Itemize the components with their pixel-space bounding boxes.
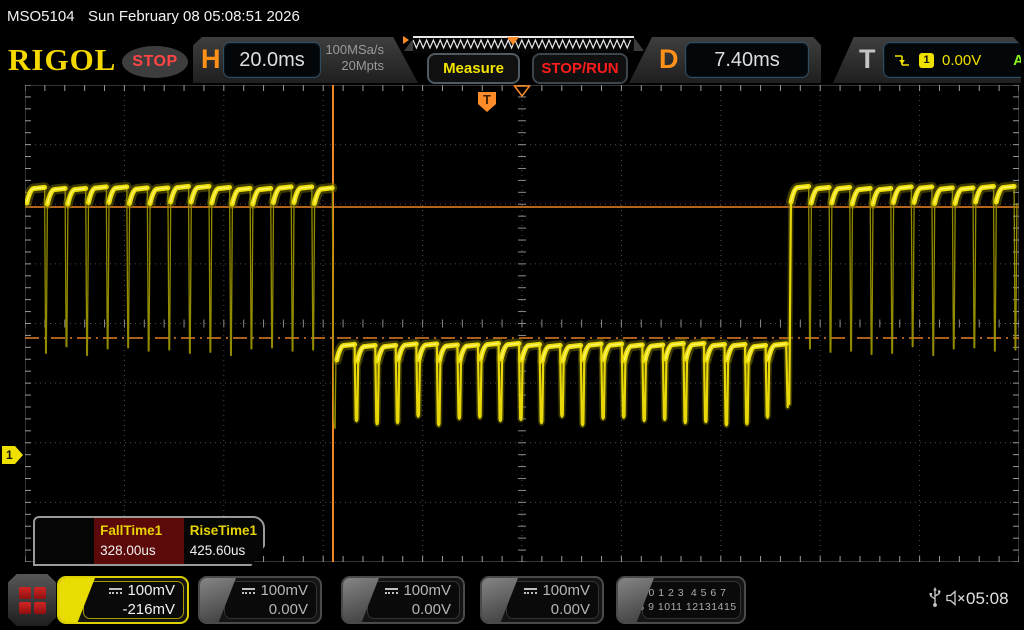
channel3-offset: 0.00V [412,600,451,619]
channel4-scale: 100mV [542,581,590,600]
delay-control[interactable]: D 7.40ms [629,37,821,83]
waveform-canvas [25,85,1019,562]
menu-grid-icon [34,587,46,599]
measurement-label: RiseTime1 [190,521,257,541]
channel2-values: 100mV 0.00V [224,581,317,619]
overview-trigger-marker-icon [507,37,519,45]
run-state-badge: STOP [122,46,188,78]
trigger-mode-indicator: A [1013,52,1024,69]
measure-button[interactable]: Measure [427,53,520,84]
channel2-offset: 0.00V [269,600,308,619]
datetime-label: Sun February 08 05:08:51 2026 [88,8,300,25]
trigger-control[interactable]: T 1 0.00V A [833,37,1021,83]
trigger-level-value: 0.00V [942,52,981,69]
overview-zigzag [413,38,634,51]
channel1-values: 100mV -216mV [83,581,184,619]
scope-display [25,85,1019,562]
menu-grid-icon [19,587,31,599]
dc-coupling-icon [242,588,255,594]
model-label: MSO5104 [7,8,75,25]
channel3-values: 100mV 0.00V [367,581,460,619]
logic-row2: 8 9 1011 12131415 [638,600,736,614]
waveform-overview-strip[interactable] [413,36,634,53]
horizontal-timebase-control[interactable]: H 20.0ms 100MSa/s 20Mpts [193,37,418,83]
channel2-badge[interactable]: 2 100mV 0.00V [198,576,322,624]
sample-rate: 100MSa/s [325,42,384,58]
channel4-badge[interactable]: 4 100mV 0.00V [480,576,604,624]
menu-grid-icon [19,602,31,614]
menu-grid-icon [34,602,46,614]
channel3-badge[interactable]: 3 100mV 0.00V [341,576,465,624]
delay-value[interactable]: 7.40ms [685,42,809,78]
horizontal-label: H [201,44,221,75]
dc-coupling-icon [385,588,398,594]
channel1-offset: -216mV [122,600,175,619]
channel3-scale: 100mV [403,581,451,600]
delay-label: D [659,44,679,75]
logic-row1: 0 1 2 3 4 5 6 7 [648,586,726,600]
trigger-settings-box[interactable]: 1 0.00V A [883,42,1024,78]
acquisition-info: 100MSa/s 20Mpts [325,42,384,74]
measurement-risetime[interactable]: RiseTime1 425.60us [184,518,263,564]
dc-coupling-icon [524,588,537,594]
channel2-scale: 100mV [260,581,308,600]
overview-left-marker-icon [403,36,409,44]
measurement-panel[interactable]: FallTime1 328.00us RiseTime1 425.60us [33,516,265,566]
channel4-offset: 0.00V [551,600,590,619]
measurement-label: FallTime1 [100,521,178,541]
channel4-values: 100mV 0.00V [506,581,599,619]
top-info-bar: MSO5104 Sun February 08 05:08:51 2026 [0,0,1024,30]
usb-icon [928,586,942,608]
channel1-scale: 100mV [127,581,175,600]
measurement-falltime[interactable]: FallTime1 328.00us [94,518,184,564]
logic-channel-list: 0 1 2 3 4 5 6 7 8 9 1011 12131415 [642,581,741,619]
measurement-value: 328.00us [100,541,178,561]
channel1-badge[interactable]: 1 100mV -216mV [57,576,189,624]
overview-right-cap [633,36,644,51]
menu-grid-button[interactable] [8,574,56,626]
clock-time: 05:08 [966,589,1009,609]
timebase-value[interactable]: 20.0ms [223,42,321,78]
logic-channels-badge[interactable]: L 0 1 2 3 4 5 6 7 8 9 1011 12131415 [616,576,746,624]
rigol-logo: RIGOL [8,42,116,78]
speaker-muted-icon [946,590,967,606]
trigger-label: T [859,44,876,75]
channel1-offset-marker[interactable]: 1 [2,446,23,464]
dc-coupling-icon [109,588,122,594]
measurement-panel-handle[interactable] [35,518,94,564]
memory-depth: 20Mpts [325,58,384,74]
trigger-source-badge: 1 [919,53,934,68]
measurement-value: 425.60us [190,541,257,561]
stop-run-button[interactable]: STOP/RUN [532,53,628,84]
falling-edge-icon [894,53,911,67]
